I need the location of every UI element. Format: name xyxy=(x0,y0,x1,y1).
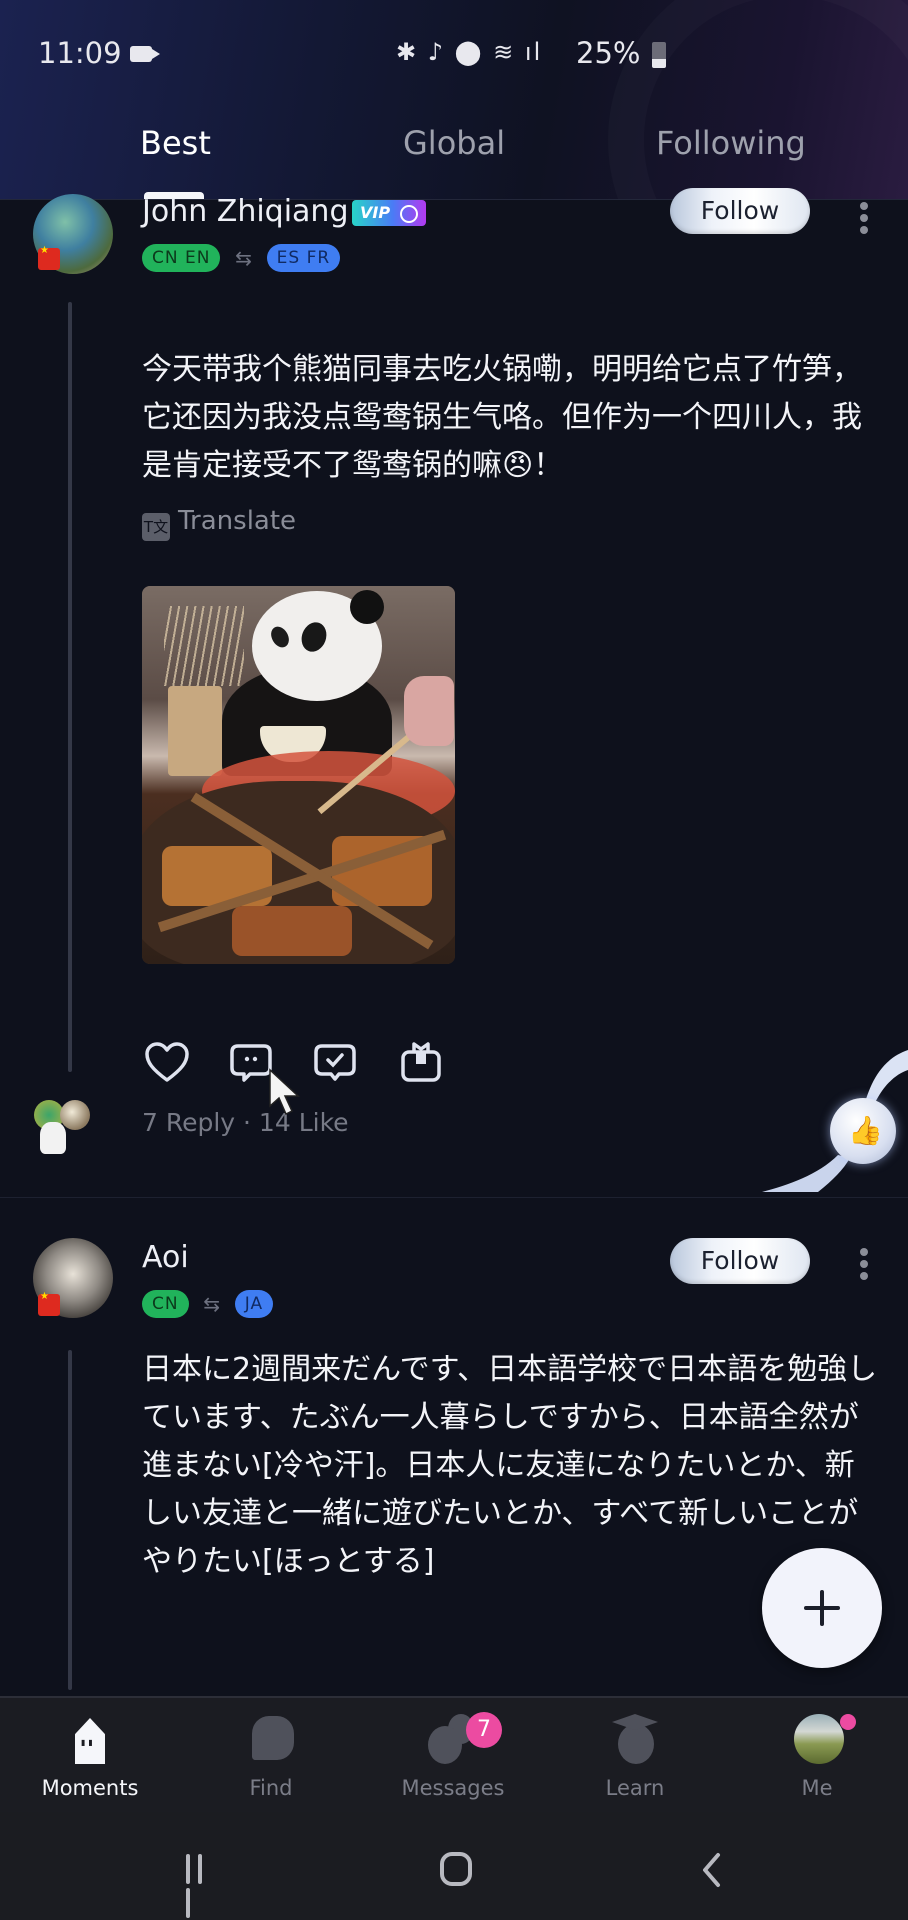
home-icon[interactable] xyxy=(440,1852,472,1886)
learning-languages: ES FR xyxy=(266,244,341,272)
create-post-button[interactable] xyxy=(762,1548,882,1668)
nav-learn[interactable]: Learn xyxy=(560,1710,710,1810)
follow-button[interactable]: Follow xyxy=(670,1238,810,1284)
back-icon[interactable] xyxy=(700,1852,722,1888)
username[interactable]: Aoi xyxy=(142,1240,189,1275)
like-icon[interactable] xyxy=(142,1038,192,1088)
unread-badge: 7 xyxy=(466,1712,502,1748)
notification-dot xyxy=(840,1714,856,1730)
tab-following[interactable]: Following xyxy=(656,124,806,162)
moments-icon xyxy=(63,1710,117,1766)
header: 11:09 ✱ ♪ ⬤ ≋ ıl 25% Best Global Followi… xyxy=(0,0,908,200)
nav-messages[interactable]: 7 Messages xyxy=(378,1710,528,1810)
nav-label: Messages xyxy=(401,1776,505,1800)
follow-button[interactable]: Follow xyxy=(670,188,810,234)
gift-icon[interactable] xyxy=(396,1038,446,1088)
learn-icon xyxy=(608,1710,662,1766)
thumbs-up-icon[interactable]: 👍 xyxy=(830,1098,896,1164)
tab-best[interactable]: Best xyxy=(140,124,211,162)
language-row: CN ⇆ JA xyxy=(142,1290,274,1318)
flag-cn-icon xyxy=(38,1291,60,1316)
nav-label: Me xyxy=(801,1776,833,1800)
status-icons: ✱ ♪ ⬤ ≋ ıl xyxy=(396,38,543,66)
reply-like-stats[interactable]: 7 Reply · 14 Like xyxy=(142,1108,349,1137)
nav-me[interactable]: Me xyxy=(742,1710,892,1810)
screen-record-icon xyxy=(130,46,160,62)
recent-apps-icon[interactable] xyxy=(186,1854,220,1918)
vip-badge: VIP xyxy=(352,200,426,226)
swap-icon: ⇆ xyxy=(235,246,252,270)
nav-label: Find xyxy=(249,1776,293,1800)
battery-icon xyxy=(652,42,666,68)
translate-button[interactable]: T文 Translate xyxy=(142,506,296,541)
reply-avatars[interactable] xyxy=(34,1100,94,1156)
language-row: CN EN ⇆ ES FR xyxy=(142,244,341,272)
post-text: 日本に2週間来だんです、日本語学校で日本語を勉強しています、たぶん一人暮らしです… xyxy=(142,1352,878,1579)
swap-icon: ⇆ xyxy=(203,1292,221,1316)
more-options-icon[interactable] xyxy=(858,202,870,238)
battery-percent: 25% xyxy=(576,36,641,70)
find-icon xyxy=(244,1710,298,1766)
nav-label: Learn xyxy=(605,1776,665,1800)
translate-label: Translate xyxy=(178,506,297,536)
post-text: 今天带我个熊猫同事去吃火锅嘞，明明给它点了竹笋，它还因为我没点鸳鸯锅生气咯。但作… xyxy=(142,352,862,483)
tab-global[interactable]: Global xyxy=(403,124,505,162)
profile-avatar-icon xyxy=(790,1710,844,1766)
correction-icon[interactable] xyxy=(310,1038,360,1088)
translate-icon: T文 xyxy=(142,513,170,541)
username[interactable]: John Zhiqiang xyxy=(142,194,348,229)
feed-tabs: Best Global Following xyxy=(0,124,908,174)
more-options-icon[interactable] xyxy=(858,1248,870,1284)
status-time: 11:09 xyxy=(38,36,122,70)
flag-cn-icon xyxy=(38,245,60,270)
floating-quick-like[interactable]: 👍 xyxy=(758,1040,908,1196)
native-languages: CN xyxy=(142,1290,189,1318)
status-bar: 11:09 ✱ ♪ ⬤ ≋ ıl 25% xyxy=(0,36,908,76)
mouse-cursor-icon xyxy=(269,1068,300,1116)
nav-find[interactable]: Find xyxy=(196,1710,346,1810)
post-image[interactable] xyxy=(142,586,455,964)
learning-languages: JA xyxy=(234,1290,274,1318)
nav-label: Moments xyxy=(41,1776,139,1800)
system-nav-bar xyxy=(0,1812,908,1920)
thread-line xyxy=(68,1350,72,1690)
thread-line xyxy=(68,302,72,1072)
native-languages: CN EN xyxy=(142,244,221,272)
nav-moments[interactable]: Moments xyxy=(15,1710,165,1810)
bottom-nav: Moments Find 7 Messages Learn Me xyxy=(0,1696,908,1812)
